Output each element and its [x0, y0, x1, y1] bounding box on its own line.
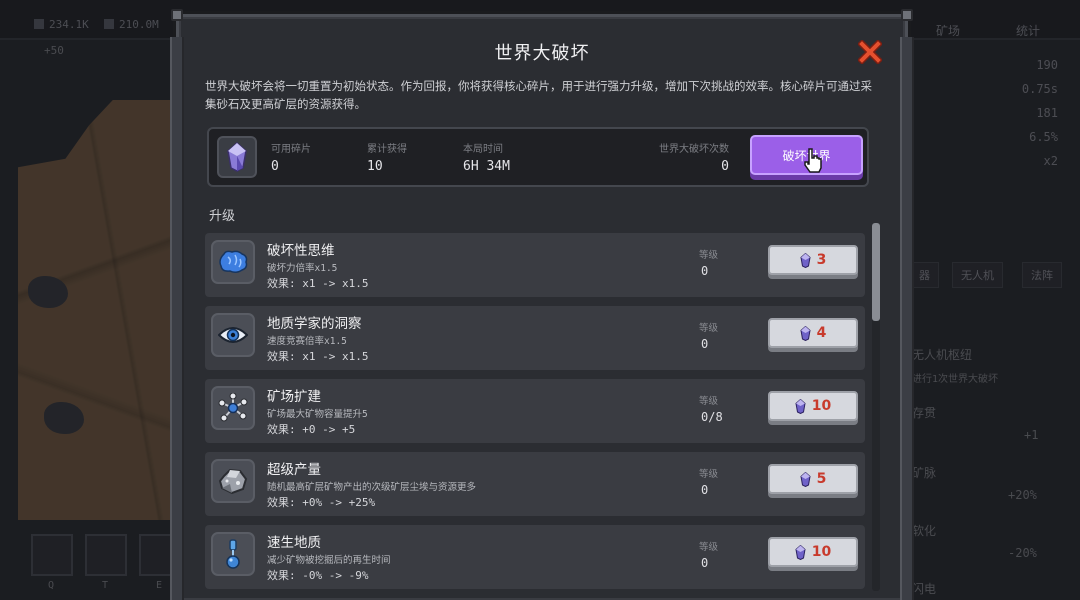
- upgrade-cost: 5: [816, 471, 827, 487]
- upgrade-list[interactable]: 破坏性思维 破坏力倍率x1.5 效果: x1 -> x1.5 等级 0 3 地质…: [205, 229, 865, 599]
- upgrades-section-title: 升级: [209, 209, 236, 224]
- core-shard-icon: [795, 544, 806, 560]
- core-shard-icon: [800, 325, 811, 341]
- run-time-value: 6H 34M: [463, 159, 510, 174]
- upgrade-name: 超级产量: [267, 462, 321, 478]
- current-shards-label: 可用碎片: [271, 144, 311, 155]
- current-shards-value: 0: [271, 159, 279, 174]
- run-time: 本局时间 6H 34M: [463, 140, 510, 174]
- upgrade-effect: 效果: -0% -> -9%: [267, 569, 369, 582]
- destroy-count: 世界大破坏次数 0: [657, 140, 729, 174]
- level-label: 等级: [699, 323, 719, 334]
- level-label: 等级: [699, 250, 719, 261]
- upgrade-description: 矿场最大矿物容量提升5: [267, 409, 368, 420]
- upgrade-row-super-yield: 超级产量 随机最高矿层矿物产出的次级矿层尘埃与资源更多 效果: +0% -> +…: [205, 452, 865, 516]
- upgrade-row-rapid-geology: 速生地质 减少矿物被挖掘后的再生时间 效果: -0% -> -9% 等级 0 1…: [205, 525, 865, 589]
- world-destruction-dialog: 世界大破坏 世界大破坏会将一切重置为初始状态。作为回报，你将获得核心碎片，用于进…: [170, 9, 914, 600]
- buy-upgrade-button[interactable]: 10: [768, 391, 858, 421]
- buy-upgrade-button[interactable]: 3: [768, 245, 858, 275]
- upgrade-level: 0: [701, 337, 709, 351]
- scrollbar-thumb[interactable]: [872, 223, 880, 321]
- frame-rail: [170, 37, 184, 600]
- total-earned: 累计获得 10: [367, 140, 407, 174]
- upgrade-cost: 10: [811, 544, 832, 560]
- upgrade-level: 0/8: [701, 410, 723, 424]
- frame-rivet: [901, 9, 913, 21]
- upgrade-cost: 10: [811, 398, 832, 414]
- upgrade-name: 速生地质: [267, 535, 321, 551]
- total-earned-value: 10: [367, 159, 383, 174]
- total-earned-label: 累计获得: [367, 144, 407, 155]
- frame-rivet: [171, 9, 183, 21]
- upgrade-icon-frame: [211, 240, 255, 284]
- run-time-label: 本局时间: [463, 144, 503, 155]
- upgrade-description: 速度竞赛倍率x1.5: [267, 336, 347, 347]
- upgrade-name: 矿场扩建: [267, 389, 321, 405]
- upgrade-row-destructive-mind: 破坏性思维 破坏力倍率x1.5 效果: x1 -> x1.5 等级 0 3: [205, 233, 865, 297]
- upgrade-description: 减少矿物被挖掘后的再生时间: [267, 555, 391, 566]
- level-label: 等级: [699, 542, 719, 553]
- core-shard-badge: [217, 136, 257, 178]
- upgrade-icon-frame: [211, 459, 255, 503]
- core-shard-icon: [795, 398, 806, 414]
- destruction-info-panel: 可用碎片 0 累计获得 10 本局时间 6H 34M 世界大破坏次数 0 破坏世…: [207, 127, 869, 187]
- frame-rail: [900, 37, 914, 600]
- upgrade-cost: 4: [816, 325, 827, 341]
- buy-upgrade-button[interactable]: 10: [768, 537, 858, 567]
- level-label: 等级: [699, 469, 719, 480]
- upgrade-effect: 效果: +0% -> +25%: [267, 496, 376, 509]
- ore-icon: [218, 468, 248, 494]
- upgrade-effect: 效果: x1 -> x1.5: [267, 277, 369, 290]
- destroy-count-value: 0: [721, 159, 729, 174]
- destroy-world-button[interactable]: 破坏世界: [750, 135, 863, 175]
- current-shards: 可用碎片 0: [271, 140, 311, 174]
- upgrade-name: 破坏性思维: [267, 243, 335, 259]
- upgrade-effect: 效果: +0 -> +5: [267, 423, 356, 436]
- dialog-description: 世界大破坏会将一切重置为初始状态。作为回报，你将获得核心碎片，用于进行强力升级，…: [205, 79, 872, 111]
- hourglass-icon: [226, 539, 240, 569]
- upgrade-name: 地质学家的洞察: [267, 316, 362, 332]
- upgrade-icon-frame: [211, 313, 255, 357]
- upgrade-icon-frame: [211, 532, 255, 576]
- upgrade-icon-frame: [211, 386, 255, 430]
- upgrade-effect: 效果: x1 -> x1.5: [267, 350, 369, 363]
- upgrade-level: 0: [701, 556, 709, 570]
- upgrade-level: 0: [701, 483, 709, 497]
- upgrade-row-geologist-insight: 地质学家的洞察 速度竞赛倍率x1.5 效果: x1 -> x1.5 等级 0 4: [205, 306, 865, 370]
- core-shard-icon: [227, 142, 247, 172]
- level-label: 等级: [699, 396, 719, 407]
- upgrade-list-scrollbar[interactable]: [872, 223, 880, 591]
- core-shard-icon: [800, 252, 811, 268]
- destroy-count-label: 世界大破坏次数: [659, 144, 729, 155]
- upgrade-level: 0: [701, 264, 709, 278]
- eye-icon: [218, 327, 248, 343]
- brain-icon: [219, 250, 248, 274]
- nodes-icon: [218, 393, 248, 422]
- close-icon[interactable]: [858, 40, 882, 64]
- upgrade-description: 随机最高矿层矿物产出的次级矿层尘埃与资源更多: [267, 482, 477, 493]
- buy-upgrade-button[interactable]: 5: [768, 464, 858, 494]
- destroy-world-label: 破坏世界: [782, 148, 831, 163]
- buy-upgrade-button[interactable]: 4: [768, 318, 858, 348]
- upgrade-description: 破坏力倍率x1.5: [267, 263, 338, 274]
- close-button[interactable]: [857, 39, 883, 65]
- dialog-title: 世界大破坏: [494, 43, 590, 64]
- core-shard-icon: [800, 471, 811, 487]
- upgrade-cost: 3: [816, 252, 827, 268]
- upgrade-row-mine-expansion: 矿场扩建 矿场最大矿物容量提升5 效果: +0 -> +5 等级 0/8 10: [205, 379, 865, 443]
